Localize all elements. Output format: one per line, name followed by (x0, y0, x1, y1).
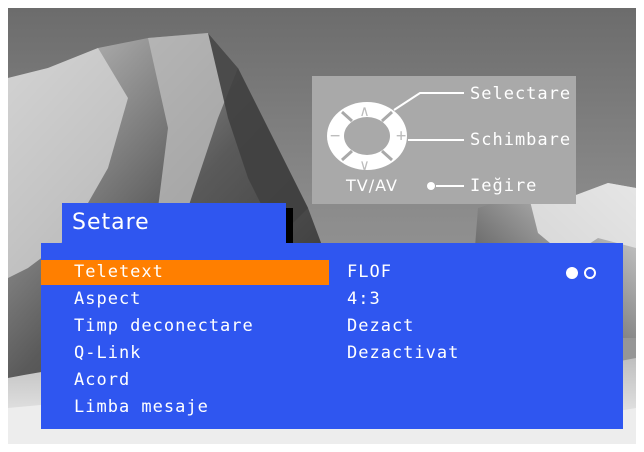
menu-item-teletext[interactable]: Teletext (41, 260, 329, 285)
teletext-value: FLOF (347, 262, 392, 282)
aspect-value: 4:3 (347, 289, 381, 309)
exit-label: Ieğire (470, 176, 538, 196)
nav-minus-icon: − (330, 126, 342, 146)
nav-up-arrow-icon: ∧ (360, 102, 371, 120)
change-label: Schimbare (470, 130, 572, 150)
nav-plus-icon: + (396, 126, 408, 146)
option-selected-dot-icon[interactable] (566, 267, 578, 279)
menu-item-q-link[interactable]: Q-Link (41, 341, 329, 366)
nav-ring-center (344, 117, 390, 155)
menu-item-tuning[interactable]: Acord (41, 368, 329, 393)
menu-item-sleep-timer[interactable]: Timp deconectare (41, 314, 329, 339)
menu-item-aspect[interactable]: Aspect (41, 287, 329, 312)
q-link-value: Dezactivat (347, 343, 460, 363)
nav-down-arrow-icon: ∨ (360, 156, 371, 174)
menu-title: Setare (62, 203, 286, 243)
select-label: Selectare (470, 84, 572, 104)
menu-item-menu-language[interactable]: Limba mesaje (41, 395, 329, 420)
tv-av-label: TV/AV (346, 176, 398, 195)
option-unselected-dot-icon[interactable] (584, 267, 596, 279)
select-connector-line (393, 92, 464, 111)
sleep-timer-value: Dezact (347, 316, 415, 336)
exit-button-dot (427, 182, 435, 190)
remote-help-panel: ∧ ∨ − + Selectare Schimbare TV/AV Ieğire (312, 76, 576, 204)
tv-screen: ∧ ∨ − + Selectare Schimbare TV/AV Ieğire… (8, 8, 636, 444)
settings-menu-panel: Teletext Aspect Timp deconectare Q-Link … (41, 243, 623, 429)
